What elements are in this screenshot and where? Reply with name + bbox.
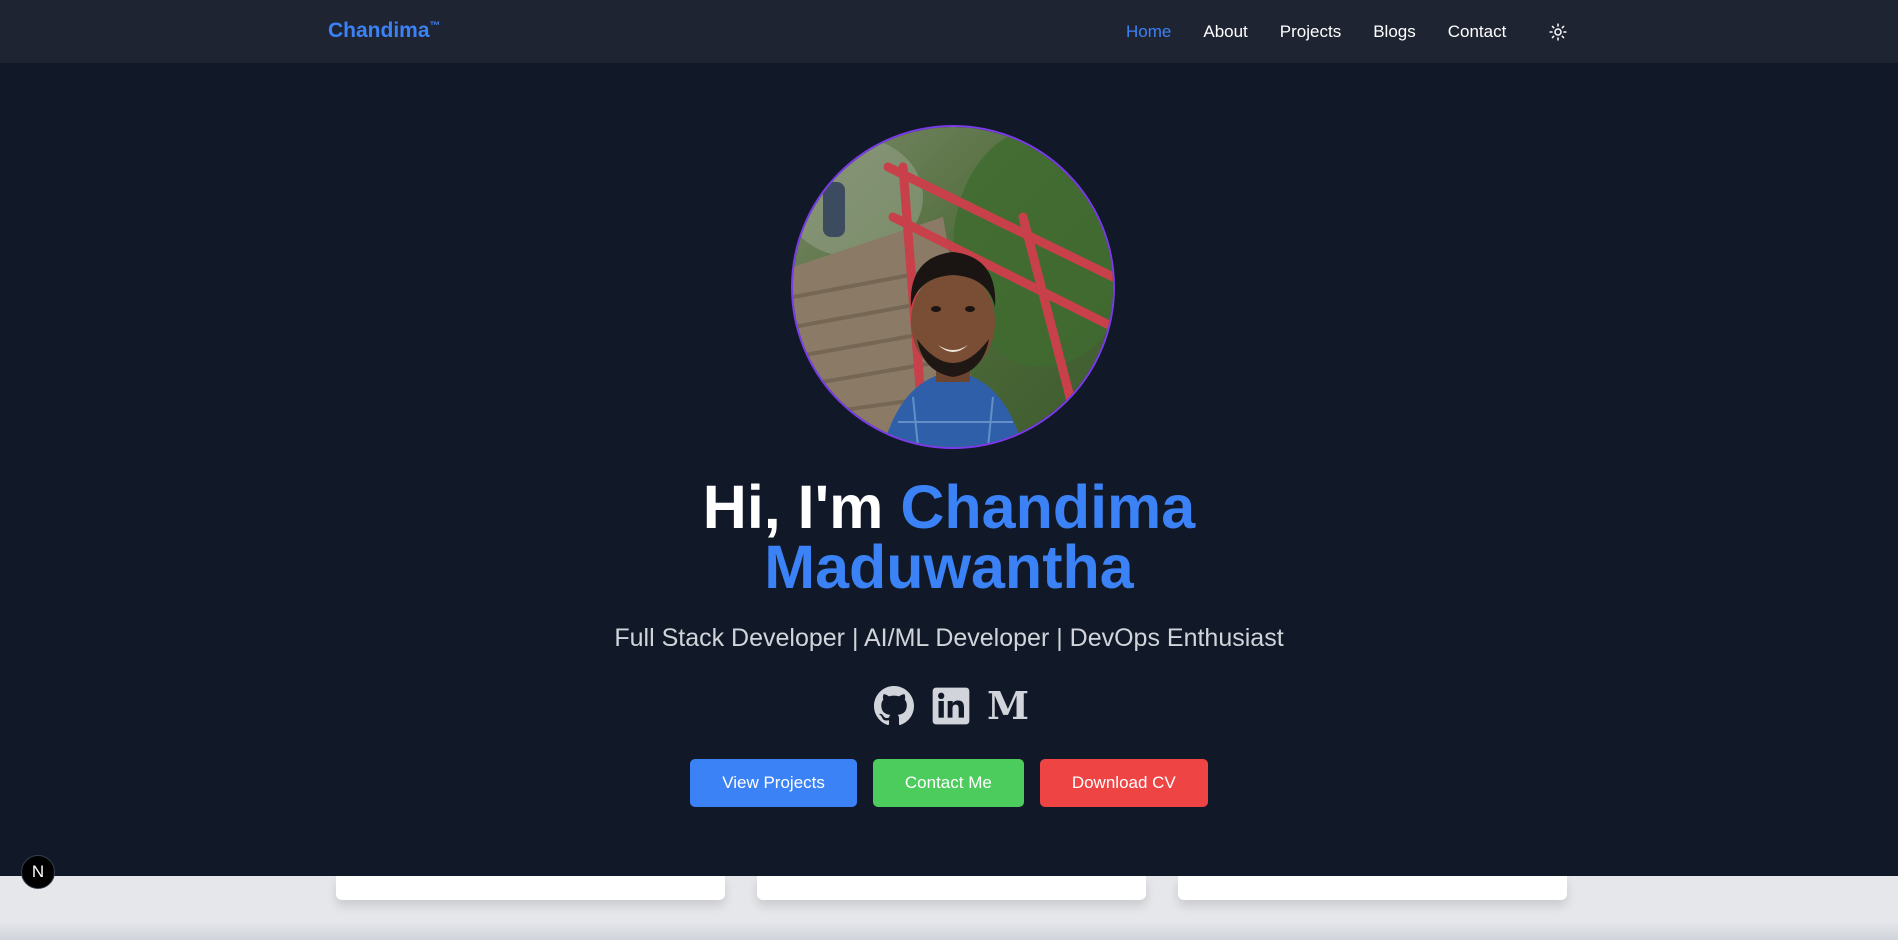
hero-greeting: Hi, I'm bbox=[702, 473, 901, 541]
brand-name: Chandima bbox=[328, 19, 430, 42]
hero-buttons: View Projects Contact Me Download CV bbox=[0, 759, 1898, 807]
github-link[interactable] bbox=[874, 686, 914, 726]
nav-contact[interactable]: Contact bbox=[1448, 21, 1507, 42]
profile-photo-illustration bbox=[793, 127, 1113, 447]
theme-toggle-button[interactable] bbox=[1546, 20, 1570, 44]
brand-trademark: ™ bbox=[429, 20, 441, 32]
sun-icon bbox=[1549, 23, 1567, 41]
hero-name-first: Chandima bbox=[900, 473, 1196, 541]
nextjs-dev-badge[interactable]: N bbox=[21, 855, 55, 889]
linkedin-icon bbox=[932, 687, 970, 725]
linkedin-link[interactable] bbox=[931, 686, 971, 726]
nav-about[interactable]: About bbox=[1203, 21, 1247, 42]
nav-blogs[interactable]: Blogs bbox=[1373, 21, 1416, 42]
preview-card bbox=[1178, 876, 1567, 900]
contact-me-button[interactable]: Contact Me bbox=[872, 759, 1024, 807]
nav-projects[interactable]: Projects bbox=[1280, 21, 1341, 42]
preview-card bbox=[336, 876, 725, 900]
hero-subtitle: Full Stack Developer | AI/ML Developer |… bbox=[614, 624, 1284, 652]
medium-icon: M bbox=[986, 683, 1030, 728]
preview-card bbox=[757, 876, 1146, 900]
medium-link[interactable]: M bbox=[986, 683, 1030, 728]
hero-name-last: Maduwantha bbox=[764, 533, 1134, 601]
hero-section: Hi, I'm Chandima Maduwantha Full Stack De… bbox=[0, 63, 1898, 876]
nav-home[interactable]: Home bbox=[1126, 21, 1171, 42]
brand-logo[interactable]: Chandima™ bbox=[328, 19, 441, 43]
navbar: Chandima™ Home About Projects Blogs Cont… bbox=[0, 0, 1898, 63]
social-links: M bbox=[874, 683, 1030, 728]
github-icon bbox=[874, 686, 914, 726]
profile-photo bbox=[791, 125, 1115, 449]
view-projects-button[interactable]: View Projects bbox=[690, 759, 857, 807]
hero-title: Hi, I'm Chandima Maduwantha bbox=[0, 477, 1898, 598]
nextjs-badge-letter: N bbox=[31, 862, 45, 881]
download-cv-button[interactable]: Download CV bbox=[1039, 759, 1208, 807]
nav-links: Home About Projects Blogs Contact bbox=[1126, 21, 1538, 42]
